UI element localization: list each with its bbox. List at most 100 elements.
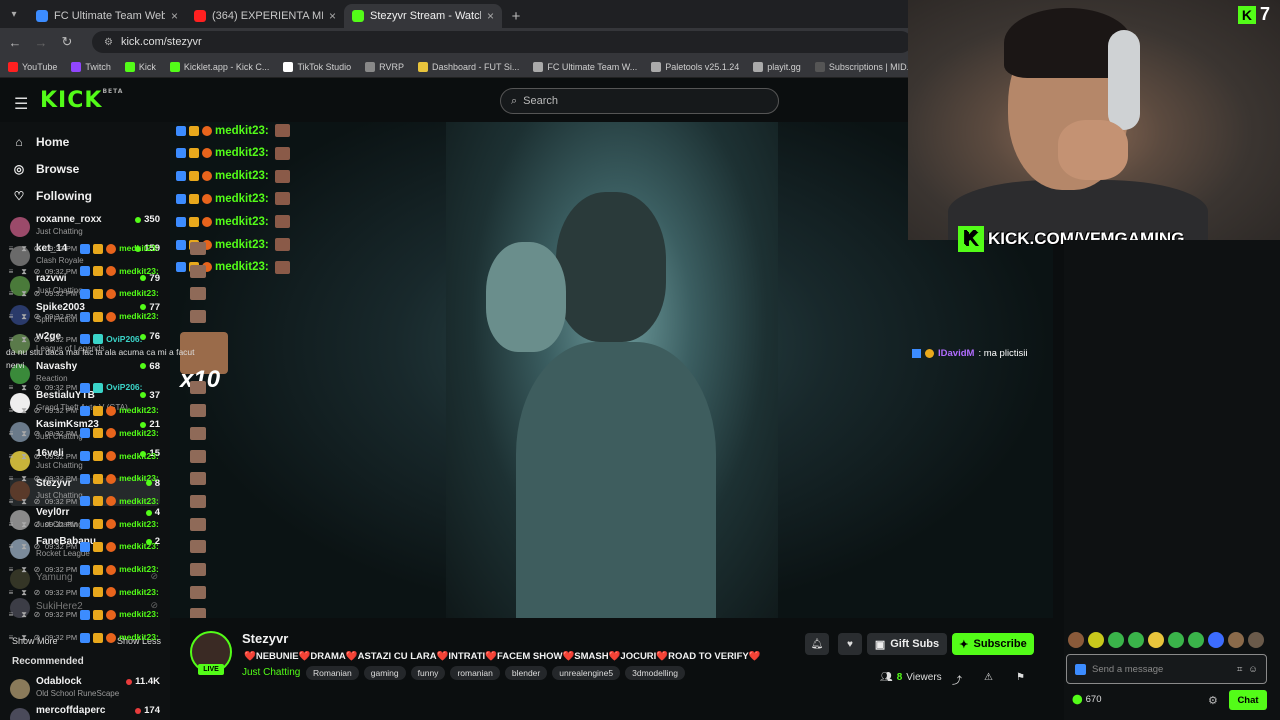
follow-heart-button[interactable]: ♥ — [838, 633, 862, 655]
sidebar-nav-home[interactable]: ⌂ Home — [12, 135, 69, 149]
reload-icon[interactable]: ↻ — [60, 34, 74, 50]
quick-emote-icon[interactable]: ⌗ — [1237, 664, 1242, 675]
emote-button[interactable] — [1248, 632, 1264, 648]
share-icon[interactable]: ⤴ — [952, 672, 962, 687]
chat-username[interactable]: medkit23: — [119, 563, 159, 576]
gift-subs-button[interactable]: ▣ Gift Subs — [867, 633, 947, 655]
pin-icon[interactable]: ≡ — [6, 586, 16, 599]
pin-icon[interactable]: ≡ — [6, 472, 16, 485]
url-field[interactable]: ⚙ kick.com/stezyvr — [92, 31, 912, 53]
chat-settings-icon[interactable]: ⚙ — [1208, 694, 1218, 707]
timeout-icon[interactable]: ⧗ — [19, 265, 29, 278]
pin-icon[interactable]: ≡ — [6, 404, 16, 417]
bookmark-item[interactable]: YouTube — [8, 61, 57, 72]
pin-icon[interactable]: ≡ — [6, 265, 16, 278]
chat-username[interactable]: medkit23: — [119, 287, 159, 300]
sidebar-nav-following[interactable]: ♡ Following — [12, 189, 92, 203]
timeout-icon[interactable]: ⧗ — [19, 495, 29, 508]
stream-tag[interactable]: gaming — [363, 666, 406, 680]
tab-close-icon[interactable]: × — [487, 9, 494, 23]
timeout-icon[interactable]: ⧗ — [19, 427, 29, 440]
streamer-name[interactable]: Stezyvr — [242, 631, 288, 646]
ban-icon[interactable]: ⊘ — [32, 450, 42, 463]
bookmark-item[interactable]: Kick — [124, 61, 156, 72]
browser-tab[interactable]: Stezyvr Stream - Watch Live × — [344, 4, 502, 28]
pin-icon[interactable]: ≡ — [6, 540, 16, 553]
ban-icon[interactable]: ⊘ — [32, 563, 42, 576]
emote-button[interactable] — [1108, 632, 1124, 648]
chat-send-button[interactable]: Chat — [1229, 690, 1267, 710]
chat-username[interactable]: medkit23: — [119, 518, 159, 531]
notification-bell-button[interactable]: 🔔︎ — [805, 633, 829, 655]
ban-icon[interactable]: ⊘ — [32, 404, 42, 417]
ban-icon[interactable]: ⊘ — [32, 242, 42, 255]
stream-tag[interactable]: unrealengine5 — [552, 666, 621, 680]
recommended-item[interactable]: Odablock Old School RuneScape 11.4K — [10, 676, 160, 704]
emote-button[interactable] — [1228, 632, 1244, 648]
timeout-icon[interactable]: ⧗ — [19, 381, 29, 394]
bookmark-item[interactable]: Dashboard - FUT Si... — [417, 61, 519, 72]
pin-icon[interactable]: ≡ — [6, 518, 16, 531]
stream-tag[interactable]: funny — [410, 666, 446, 680]
timeout-icon[interactable]: ⧗ — [19, 404, 29, 417]
bookmark-item[interactable]: Twitch — [71, 61, 111, 72]
ban-icon[interactable]: ⊘ — [32, 586, 42, 599]
timeout-icon[interactable]: ⧗ — [19, 563, 29, 576]
more-options-icon[interactable]: ⚑ — [1016, 672, 1025, 683]
forward-icon[interactable]: → — [34, 35, 48, 50]
ban-icon[interactable]: ⊘ — [32, 287, 42, 300]
chat-username[interactable]: medkit23: — [119, 310, 159, 323]
recommended-item[interactable]: mercoffdaperc 174 — [10, 705, 160, 720]
search-input[interactable]: ⌕ Search — [500, 88, 779, 114]
pin-icon[interactable]: ≡ — [6, 631, 16, 644]
chat-username[interactable]: medkit23: — [119, 427, 159, 440]
emote-button[interactable] — [1168, 632, 1184, 648]
ban-icon[interactable]: ⊘ — [32, 631, 42, 644]
chat-username[interactable]: medkit23: — [119, 608, 159, 621]
timeout-icon[interactable]: ⧗ — [19, 608, 29, 621]
tab-search-dropdown-icon[interactable]: ▾ — [0, 0, 28, 28]
chat-username[interactable]: medkit23: — [119, 265, 159, 278]
stream-tag[interactable]: 3dmodelling — [625, 666, 685, 680]
emote-button[interactable] — [1088, 632, 1104, 648]
chat-username[interactable]: medkit23: — [119, 404, 159, 417]
stream-tag[interactable]: Romanian — [306, 666, 359, 680]
tab-close-icon[interactable]: × — [171, 9, 178, 23]
bookmark-item[interactable]: playit.gg — [753, 61, 801, 72]
new-tab-button[interactable]: + — [502, 4, 530, 28]
bookmark-item[interactable]: Kicklet.app - Kick C... — [169, 61, 269, 72]
stream-tag[interactable]: romanian — [450, 666, 500, 680]
pin-icon[interactable]: ≡ — [6, 563, 16, 576]
pin-icon[interactable]: ≡ — [6, 450, 16, 463]
timeout-icon[interactable]: ⧗ — [19, 472, 29, 485]
following-item[interactable]: roxanne_roxx Just Chatting 350 — [10, 214, 160, 242]
ban-icon[interactable]: ⊘ — [32, 333, 42, 346]
back-icon[interactable]: ← — [8, 35, 22, 50]
timeout-icon[interactable]: ⧗ — [19, 333, 29, 346]
ban-icon[interactable]: ⊘ — [32, 495, 42, 508]
pin-icon[interactable]: ≡ — [6, 333, 16, 346]
pin-icon[interactable]: ≡ — [6, 495, 16, 508]
timeout-icon[interactable]: ⧗ — [19, 242, 29, 255]
tab-close-icon[interactable]: × — [329, 9, 336, 23]
ban-icon[interactable]: ⊘ — [32, 310, 42, 323]
ban-icon[interactable]: ⊘ — [32, 381, 42, 394]
subscribe-button[interactable]: ✦ Subscribe — [952, 633, 1034, 655]
report-icon[interactable]: ⚠ — [984, 672, 993, 683]
emote-button[interactable] — [1128, 632, 1144, 648]
ban-icon[interactable]: ⊘ — [32, 472, 42, 485]
kick-logo[interactable]: KICKBETA — [40, 88, 123, 113]
ban-icon[interactable]: ⊘ — [32, 540, 42, 553]
chat-username[interactable]: medkit23: — [119, 242, 159, 255]
chat-username[interactable]: medkit23: — [119, 450, 159, 463]
chat-username[interactable]: medkit23: — [119, 631, 159, 644]
bookmark-item[interactable]: FC Ultimate Team W... — [533, 61, 637, 72]
browser-tab[interactable]: FC Ultimate Team Web App - E × — [28, 4, 186, 28]
pin-icon[interactable]: ≡ — [6, 381, 16, 394]
timeout-icon[interactable]: ⧗ — [19, 518, 29, 531]
pin-icon[interactable]: ≡ — [6, 427, 16, 440]
chat-username[interactable]: medkit23: — [119, 540, 159, 553]
timeout-icon[interactable]: ⧗ — [19, 287, 29, 300]
chat-input[interactable]: Send a message ⌗ ☺ — [1066, 654, 1267, 684]
ban-icon[interactable]: ⊘ — [32, 608, 42, 621]
